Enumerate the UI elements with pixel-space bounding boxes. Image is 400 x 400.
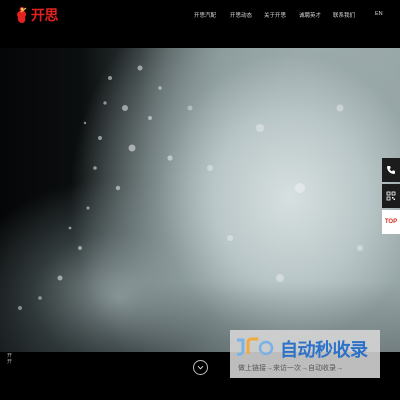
phone-icon [387, 166, 395, 174]
watermark-title: 自动秒收录 [280, 340, 368, 361]
watermark-subtitle: 做上链接→来访一次→自动收录→ [238, 365, 343, 372]
qr-code-icon [386, 191, 396, 201]
nav-item-contact[interactable]: 联系我们 [333, 11, 355, 19]
chevron-down-icon [197, 365, 204, 370]
watermark-logo-icon [236, 337, 274, 356]
back-to-top-button[interactable]: TOP [382, 210, 400, 234]
language-switch[interactable]: EN [375, 11, 383, 17]
side-vertical-text: 开 开 [7, 353, 13, 365]
nav-item-parts[interactable]: 开思汽配 [194, 11, 216, 19]
qr-code-button[interactable] [382, 184, 400, 208]
side-toolbar: TOP [382, 158, 400, 236]
hero-banner [0, 48, 400, 352]
nav-item-about[interactable]: 关于开思 [264, 11, 286, 19]
watermark-overlay: 自动秒收录 做上链接→来访一次→自动收录→ [230, 330, 380, 378]
phone-button[interactable] [382, 158, 400, 182]
scroll-down-button[interactable] [193, 360, 208, 375]
nav-item-careers[interactable]: 诚聘英才 [299, 11, 321, 19]
nav-item-news[interactable]: 开思动态 [230, 11, 252, 19]
site-header: 开思 开思汽配 开思动态 关于开思 诚聘英才 联系我们 EN [0, 0, 400, 48]
main-nav: 开思汽配 开思动态 关于开思 诚聘英才 联系我们 EN [0, 11, 400, 21]
